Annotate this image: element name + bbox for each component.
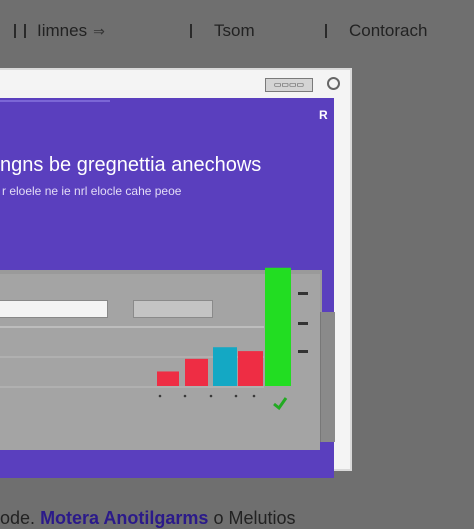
tab-label: Tsom: [214, 21, 255, 40]
panel-divider: [0, 356, 264, 358]
arrow-right-icon: ⇒: [93, 22, 105, 39]
chart-panel: [0, 274, 320, 450]
tab-label: Contorach: [349, 21, 428, 40]
footer-suffix: o Melutios: [213, 508, 296, 528]
hero-title: ngns be gregnettia anechows: [0, 154, 262, 176]
tab-separator: [24, 24, 26, 38]
panel-input-field[interactable]: [0, 300, 108, 318]
panel-side: [320, 312, 335, 442]
tab-separator: [14, 24, 16, 38]
panel-divider: [0, 326, 264, 328]
hero-corner-mark: R: [319, 108, 328, 122]
panel-button[interactable]: [133, 300, 213, 318]
hero-subtitle: r eloele ne ie nrl elocle cahe peoe: [2, 184, 182, 198]
tab-separator: [325, 24, 327, 38]
app-window: ▭▭▭▭ R ngns be gregnettia anechows r elo…: [0, 68, 352, 528]
window-control-button[interactable]: ▭▭▭▭: [265, 78, 313, 92]
window-titlebar: ▭▭▭▭: [0, 70, 350, 98]
tab-1[interactable]: [14, 18, 34, 44]
tab-separator: [190, 24, 192, 38]
panel-divider: [0, 386, 264, 388]
tab-iimnes[interactable]: Iimnes ⇒: [37, 18, 105, 44]
tab-label: Iimnes: [37, 21, 88, 40]
footer-prefix: ode.: [0, 508, 36, 528]
hero-banner: R ngns be gregnettia anechows r eloele n…: [0, 98, 335, 478]
top-tab-bar: Iimnes ⇒ Tsom Contorach: [0, 0, 474, 62]
window-footer: ode. Motera Anotilgarms o Melutios: [0, 508, 340, 529]
hero-accent-line: [0, 100, 110, 102]
tab-tsom[interactable]: Tsom: [190, 18, 255, 44]
footer-strong: Motera Anotilgarms: [40, 508, 209, 528]
tab-contorach[interactable]: Contorach: [325, 18, 427, 44]
circle-icon[interactable]: [327, 77, 340, 90]
